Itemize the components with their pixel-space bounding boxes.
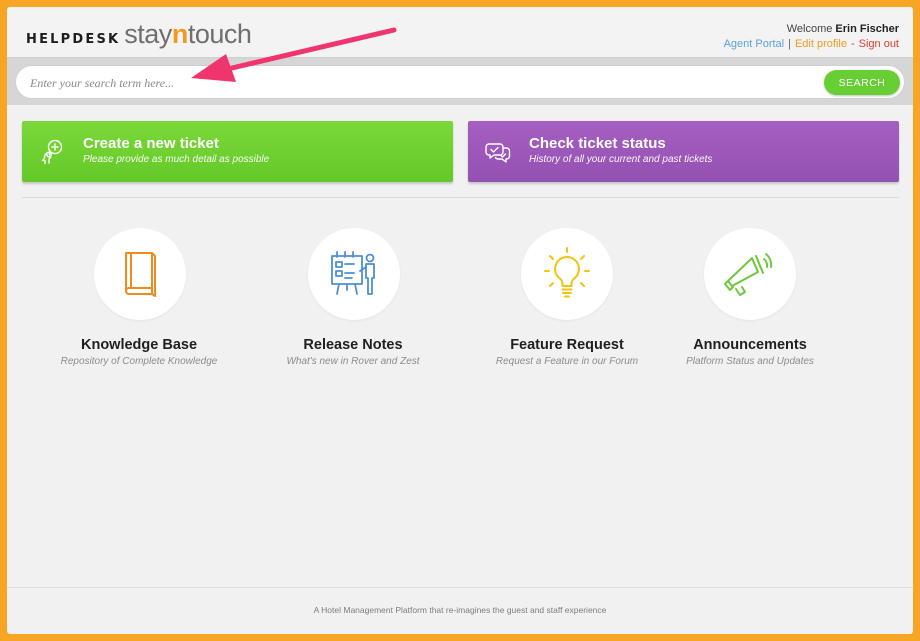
search-box: SEARCH bbox=[15, 65, 905, 99]
lightbulb-icon bbox=[544, 247, 590, 298]
chat-check-icon bbox=[485, 143, 511, 163]
book-icon bbox=[125, 252, 156, 297]
feature-subtitle: Repository of Complete Knowledge bbox=[60, 356, 218, 367]
feature-title: Announcements bbox=[693, 337, 807, 353]
megaphone-icon bbox=[724, 253, 773, 296]
feature-icon-circle bbox=[308, 228, 400, 320]
logo-n-text: n bbox=[171, 19, 189, 49]
user-links: Agent Portal | Edit profile - Sign out bbox=[724, 37, 899, 51]
feature-icon-circle bbox=[94, 228, 186, 320]
create-ticket-title: Create a new ticket bbox=[83, 135, 219, 152]
search-button[interactable]: SEARCH bbox=[824, 70, 900, 95]
footer-divider bbox=[7, 587, 913, 588]
logo-helpdesk-text: HELPDESK bbox=[26, 32, 121, 47]
feature-icon-circle bbox=[704, 228, 796, 320]
feature-icon-circle bbox=[521, 228, 613, 320]
check-status-title: Check ticket status bbox=[529, 135, 666, 152]
feature-title: Release Notes bbox=[303, 337, 403, 353]
presentation-board-icon bbox=[331, 251, 375, 295]
person-plus-icon bbox=[41, 139, 63, 165]
check-status-subtitle: History of all your current and past tic… bbox=[529, 154, 713, 165]
welcome-prefix: Welcome bbox=[786, 23, 833, 35]
feature-subtitle: Platform Status and Updates bbox=[686, 356, 814, 367]
section-divider bbox=[22, 197, 899, 198]
create-ticket-card[interactable]: Create a new ticket Please provide as mu… bbox=[22, 121, 453, 182]
agent-portal-link[interactable]: Agent Portal bbox=[724, 38, 785, 50]
user-name: Erin Fischer bbox=[835, 23, 899, 35]
logo-stay-text: stay bbox=[124, 19, 172, 49]
create-ticket-subtitle: Please provide as much detail as possibl… bbox=[83, 154, 270, 165]
footer-tagline: A Hotel Management Platform that re-imag… bbox=[313, 605, 607, 615]
search-bar: SEARCH bbox=[7, 57, 913, 105]
feature-subtitle: What's new in Rover and Zest bbox=[286, 356, 420, 367]
header: HELPDESK stay n touch Welcome Erin Fisch… bbox=[7, 7, 913, 57]
logo-touch-text: touch bbox=[187, 19, 252, 49]
link-separator-pipe: | bbox=[788, 38, 791, 50]
welcome-message: Welcome Erin Fischer bbox=[724, 22, 899, 36]
search-input[interactable] bbox=[30, 74, 810, 92]
check-status-card[interactable]: Check ticket status History of all your … bbox=[468, 121, 899, 182]
edit-profile-link[interactable]: Edit profile bbox=[795, 38, 847, 50]
sign-out-link[interactable]: Sign out bbox=[859, 38, 899, 50]
feature-title: Knowledge Base bbox=[80, 337, 198, 353]
link-separator-dash: - bbox=[850, 38, 855, 50]
helpdesk-window: HELPDESK stay n touch Welcome Erin Fisch… bbox=[7, 7, 913, 634]
user-area: Welcome Erin Fischer Agent Portal | Edit p… bbox=[724, 22, 899, 51]
helpdesk-logo[interactable]: HELPDESK stay n touch bbox=[26, 19, 252, 49]
